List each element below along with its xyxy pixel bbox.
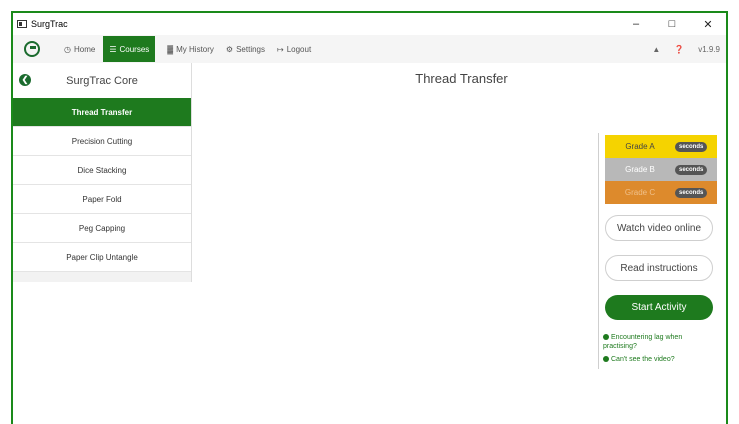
nav-my-history[interactable]: ▓ My History xyxy=(161,35,220,63)
sidebar-title: SurgTrac Core xyxy=(66,74,138,87)
sidebar-item-precision-cutting[interactable]: Precision Cutting xyxy=(13,127,191,156)
grade-c-seconds-badge: seconds xyxy=(675,187,708,198)
help-icon[interactable]: ❓ xyxy=(674,45,684,54)
surgtrac-logo-icon[interactable] xyxy=(24,41,40,57)
back-arrow-icon[interactable]: ❮ xyxy=(19,74,31,86)
sidebar-header: ❮ SurgTrac Core xyxy=(13,63,191,98)
nav-home-label: Home xyxy=(73,44,96,54)
sidebar-item-peg-capping[interactable]: Peg Capping xyxy=(13,214,191,243)
list-icon: ☰ xyxy=(109,44,117,54)
nav-logout[interactable]: ↦ Logout xyxy=(271,35,317,63)
grade-a-seconds-badge: seconds xyxy=(675,141,708,152)
bar-chart-icon: ▓ xyxy=(167,44,174,54)
question-circle-icon xyxy=(603,356,609,363)
activity-panel: Grade A seconds Grade B seconds Grade C … xyxy=(598,133,718,369)
video-help-link[interactable]: Can't see the video? xyxy=(603,355,717,364)
watch-video-button[interactable]: Watch video online xyxy=(605,215,713,241)
close-button[interactable]: ✕ xyxy=(690,13,726,35)
nav-courses[interactable]: ☰ Courses xyxy=(103,36,156,62)
nav-my-history-label: My History xyxy=(176,44,214,54)
clock-icon: ◷ xyxy=(64,44,71,54)
nav-settings-label: Settings xyxy=(236,44,265,54)
grade-a-row: Grade A seconds xyxy=(605,135,717,158)
grade-a-label: Grade A xyxy=(625,142,655,151)
grade-b-seconds-badge: seconds xyxy=(675,164,708,175)
nav-courses-label: Courses xyxy=(119,44,150,54)
course-sidebar: ❮ SurgTrac Core Thread Transfer Precisio… xyxy=(13,63,192,282)
app-icon xyxy=(17,20,27,28)
nav-right: ▲ ❓ v1.9.9 xyxy=(652,35,720,63)
bell-icon[interactable]: ▲ xyxy=(652,45,660,54)
sidebar-item-paper-fold[interactable]: Paper Fold xyxy=(13,185,191,214)
maximize-button[interactable]: □ xyxy=(654,13,690,35)
version-label: v1.9.9 xyxy=(698,44,720,54)
minimize-button[interactable]: – xyxy=(618,13,654,35)
top-nav: ◷ Home ☰ Courses ▓ My History ⚙ Settings… xyxy=(13,35,726,63)
nav-home[interactable]: ◷ Home xyxy=(58,35,101,63)
app-window: SurgTrac – □ ✕ ◷ Home ☰ Courses ▓ My His… xyxy=(11,11,728,424)
page-title: Thread Transfer xyxy=(415,71,508,86)
nav-settings[interactable]: ⚙ Settings xyxy=(220,35,271,63)
read-instructions-button[interactable]: Read instructions xyxy=(605,255,713,281)
nav-logout-label: Logout xyxy=(286,44,312,54)
grade-c-label: Grade C xyxy=(624,188,656,197)
grade-b-label: Grade B xyxy=(625,165,655,174)
lag-help-text: Encountering lag when practising? xyxy=(603,334,683,350)
gear-icon: ⚙ xyxy=(225,44,234,54)
question-circle-icon xyxy=(603,334,609,341)
window-controls: – □ ✕ xyxy=(618,13,726,35)
sidebar-item-thread-transfer[interactable]: Thread Transfer xyxy=(13,98,191,127)
video-help-text: Can't see the video? xyxy=(611,356,675,363)
window-title: SurgTrac xyxy=(31,19,68,29)
sidebar-item-paper-clip-untangle[interactable]: Paper Clip Untangle xyxy=(13,243,191,272)
title-bar: SurgTrac – □ ✕ xyxy=(13,13,726,35)
logout-icon: ↦ xyxy=(277,44,284,54)
grade-b-row: Grade B seconds xyxy=(605,158,717,181)
lag-help-link[interactable]: Encountering lag when practising? xyxy=(603,333,717,351)
start-activity-button[interactable]: Start Activity xyxy=(605,295,713,320)
grade-c-row: Grade C seconds xyxy=(605,181,717,204)
sidebar-item-dice-stacking[interactable]: Dice Stacking xyxy=(13,156,191,185)
